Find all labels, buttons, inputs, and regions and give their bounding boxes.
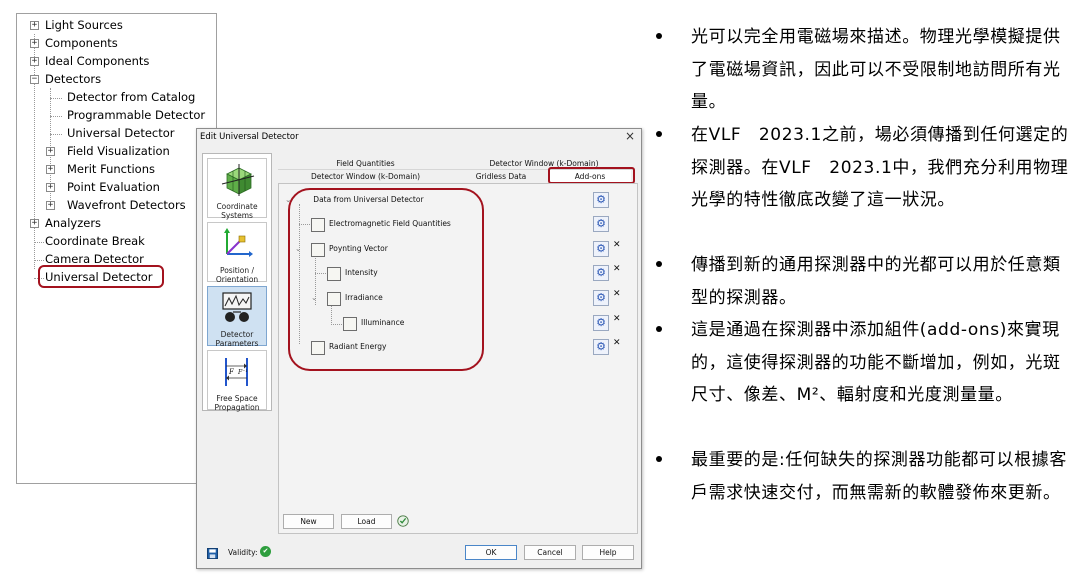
tree-item-analyzers[interactable]: Analyzers — [45, 214, 101, 232]
sidebar-item-position-orientation[interactable]: Position / Orientation — [207, 222, 267, 284]
add-ons-pane: ⌄ Data from Universal Detector ⚙ Electrom… — [278, 183, 638, 534]
ok-button[interactable]: OK — [465, 545, 517, 560]
bullet-dot — [656, 261, 662, 267]
bullet-dot — [656, 456, 662, 462]
expand-merit-functions-icon[interactable]: + — [46, 165, 55, 174]
tree-item-components[interactable]: Components — [45, 34, 118, 52]
tree-item-field-visualization[interactable]: Field Visualization — [67, 142, 170, 160]
gear-icon[interactable]: ⚙ — [593, 192, 609, 208]
svg-text:F⁻¹: F⁻¹ — [237, 369, 248, 376]
tree-line — [50, 98, 62, 99]
cancel-button[interactable]: Cancel — [524, 545, 576, 560]
tree-line — [34, 242, 44, 243]
dialog-title: Edit Universal Detector — [200, 132, 299, 142]
tree-line — [50, 134, 62, 135]
validity-label: Validity: — [228, 548, 258, 557]
expand-analyzers-icon[interactable]: + — [30, 219, 39, 228]
expand-components-icon[interactable]: + — [30, 39, 39, 48]
sidebar-item-coordinate-systems[interactable]: Coordinate Systems — [207, 158, 267, 220]
bullet-text-3: 傳播到新的通用探測器中的光都可以用於任意類型的探測器。 — [691, 255, 1061, 308]
sidebar-label-position-orientation: Position / Orientation — [215, 266, 259, 284]
expand-point-evaluation-icon[interactable]: + — [46, 183, 55, 192]
gear-icon[interactable]: ⚙ — [593, 241, 609, 257]
close-icon[interactable]: × — [625, 129, 635, 143]
catalog-icon[interactable] — [396, 514, 410, 528]
gear-icon[interactable]: ⚙ — [593, 216, 609, 232]
expand-light-sources-icon[interactable]: + — [30, 21, 39, 30]
validity-ok-icon: ✔ — [260, 546, 271, 557]
tree-item-point-evaluation[interactable]: Point Evaluation — [67, 178, 160, 196]
tree-item-merit-functions[interactable]: Merit Functions — [67, 160, 155, 178]
remove-intensity-icon[interactable]: ✕ — [613, 264, 621, 274]
tab-gridless-data[interactable]: Gridless Data — [453, 172, 549, 181]
gear-icon[interactable]: ⚙ — [593, 265, 609, 281]
tree-line — [50, 116, 62, 117]
expand-wavefront-detectors-icon[interactable]: + — [46, 201, 55, 210]
tab-field-quantities[interactable]: Field Quantities — [278, 159, 453, 168]
tab-detector-window-k-domain[interactable]: Detector Window (k-Domain) — [278, 172, 453, 181]
collapse-detectors-icon[interactable]: − — [30, 75, 39, 84]
bullet-text-2: 在VLF 2023.1之前，場必須傳播到任何選定的探測器。在VLF 2023.1… — [691, 125, 1069, 210]
tree-item-light-sources[interactable]: Light Sources — [45, 16, 123, 34]
bullet-dot — [656, 131, 662, 137]
addon-tree-highlight — [288, 188, 484, 371]
bullet-text-1: 光可以完全用電磁場來描述。物理光學模擬提供了電磁場資訊，因此可以不受限制地訪問所… — [691, 27, 1061, 112]
universal-detector-highlight — [38, 265, 164, 288]
sidebar-item-detector-parameters[interactable]: Detector Parameters — [207, 286, 267, 348]
bullet-text-5: 最重要的是:任何缺失的探測器功能都可以根據客戶需求快速交付，而無需新的軟體發佈來… — [691, 450, 1067, 503]
remove-irradiance-icon[interactable]: ✕ — [613, 289, 621, 299]
tree-item-detector-from-catalog[interactable]: Detector from Catalog — [67, 88, 195, 106]
tree-item-wavefront-detectors[interactable]: Wavefront Detectors — [67, 196, 186, 214]
free-space-propagation-icon: F F⁻¹ — [225, 358, 248, 386]
gear-icon[interactable]: ⚙ — [593, 290, 609, 306]
bullet-text-4: 這是通過在探測器中添加組件(add-ons)來實現的，這使得探測器的功能不斷增加… — [691, 320, 1061, 405]
gear-icon[interactable]: ⚙ — [593, 315, 609, 331]
remove-illuminance-icon[interactable]: ✕ — [613, 314, 621, 324]
new-button[interactable]: New — [283, 514, 334, 529]
add-ons-tab-highlight — [548, 167, 635, 184]
sidebar-label-detector-parameters: Detector Parameters — [215, 330, 259, 348]
load-button[interactable]: Load — [341, 514, 392, 529]
tree-line — [34, 260, 44, 261]
save-icon[interactable] — [207, 548, 218, 559]
sidebar-item-free-space-propagation[interactable]: F F⁻¹ Free Space Propagation — [207, 350, 267, 412]
position-axes-icon — [224, 228, 253, 257]
bullet-dot — [656, 33, 662, 39]
gear-icon[interactable]: ⚙ — [593, 339, 609, 355]
tree-item-detectors[interactable]: Detectors — [45, 70, 101, 88]
expand-ideal-components-icon[interactable]: + — [30, 57, 39, 66]
catalog-tree-panel: + Light Sources + Components + Ideal Com… — [16, 13, 217, 484]
remove-poynting-vector-icon[interactable]: ✕ — [613, 240, 621, 250]
remove-radiant-energy-icon[interactable]: ✕ — [613, 338, 621, 348]
svg-text:F: F — [228, 368, 235, 376]
sidebar-label-coordinate-systems: Coordinate Systems — [216, 202, 258, 220]
coordinate-cube-icon — [221, 164, 255, 196]
dialog-sidebar: Coordinate Systems Position / Orientatio… — [202, 153, 272, 412]
expand-field-visualization-icon[interactable]: + — [46, 147, 55, 156]
sidebar-label-free-space-propagation: Free Space Propagation — [214, 394, 260, 412]
edit-universal-detector-dialog: Edit Universal Detector × Coordinate Sys… — [196, 128, 642, 569]
tree-item-programmable-detector[interactable]: Programmable Detector — [67, 106, 205, 124]
tree-item-coordinate-break[interactable]: Coordinate Break — [45, 232, 145, 250]
bullet-dot — [656, 326, 662, 332]
tree-item-ideal-components[interactable]: Ideal Components — [45, 52, 149, 70]
help-button[interactable]: Help — [582, 545, 634, 560]
detector-parameters-icon — [222, 292, 252, 322]
tree-item-universal-detector-sub[interactable]: Universal Detector — [67, 124, 175, 142]
tree-line — [34, 34, 35, 269]
